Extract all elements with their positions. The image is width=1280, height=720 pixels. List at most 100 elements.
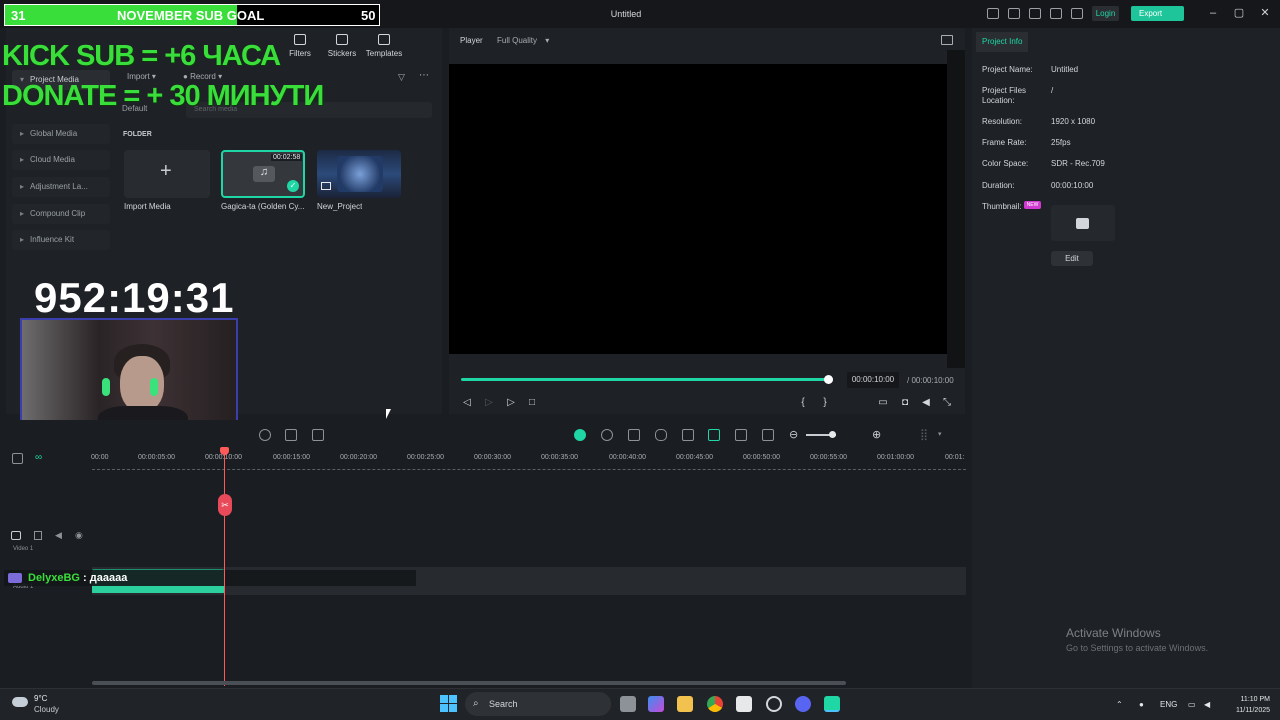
- ruler-tick: 00:00:05:00: [138, 454, 175, 461]
- playhead-line[interactable]: [224, 450, 225, 686]
- save-icon[interactable]: [1008, 8, 1020, 19]
- play-icon[interactable]: ▷: [505, 397, 517, 409]
- chat-message: DelyxeBG : дааааа: [4, 570, 416, 586]
- sidebar-item-cloud-media[interactable]: ▸ Cloud Media: [12, 150, 110, 170]
- progress-handle[interactable]: [824, 375, 833, 384]
- sidebar-item-compound-clip[interactable]: ▸ Compound Clip: [12, 204, 110, 224]
- project-thumbnail-card[interactable]: [317, 150, 401, 198]
- playhead-handle[interactable]: [220, 447, 229, 455]
- chevron-down-icon[interactable]: ▾: [938, 430, 942, 438]
- media-clip-card[interactable]: 00:02:58 ♫ ✓: [221, 150, 305, 198]
- scissors-icon[interactable]: ✂: [218, 494, 232, 516]
- filter-icon[interactable]: ▽: [398, 72, 405, 83]
- media-item-label: Gagica-ta (Golden Cy...: [221, 202, 305, 211]
- tab-stickers[interactable]: Stickers: [322, 34, 362, 58]
- previous-frame-icon[interactable]: ◁: [461, 397, 473, 409]
- pip-icon[interactable]: [735, 429, 747, 441]
- speaker-icon[interactable]: ◀: [1204, 700, 1210, 709]
- sidebar-item-adjustment-layer[interactable]: ▸ Adjustment La...: [12, 177, 110, 197]
- mute-icon[interactable]: ◀: [55, 530, 62, 541]
- new-badge: NEW: [1024, 201, 1041, 209]
- mark-out-icon[interactable]: }: [819, 397, 831, 409]
- window-title: Untitled: [610, 9, 642, 19]
- quality-dropdown[interactable]: Full Quality ▾: [497, 36, 549, 45]
- chrome-icon[interactable]: [707, 696, 723, 712]
- file-explorer-icon[interactable]: [677, 696, 693, 712]
- filmora-icon[interactable]: [824, 696, 840, 712]
- mark-in-icon[interactable]: {: [797, 397, 809, 409]
- cloud-weather-icon[interactable]: [12, 697, 28, 707]
- sidebar-item-influence-kit[interactable]: ▸ Influence Kit: [12, 230, 110, 250]
- timeline-scrollbar[interactable]: [92, 681, 846, 685]
- microphone-icon[interactable]: [655, 429, 667, 441]
- network-icon[interactable]: ▭: [1188, 700, 1196, 709]
- clip-duration: 00:02:58: [271, 154, 303, 161]
- render-icon[interactable]: [574, 429, 586, 441]
- snap-icon[interactable]: [708, 429, 720, 441]
- info-value: 25fps: [1051, 138, 1071, 147]
- microphone-tray-icon[interactable]: ●: [1139, 700, 1144, 709]
- tab-filters[interactable]: Filters: [280, 34, 320, 58]
- display-icon[interactable]: ▭: [877, 397, 889, 409]
- tab-templates[interactable]: Templates: [364, 34, 404, 58]
- zoom-out-icon[interactable]: ⊖: [789, 428, 798, 441]
- weather-condition[interactable]: Cloudy: [34, 705, 59, 714]
- copilot-icon[interactable]: [648, 696, 664, 712]
- discord-icon[interactable]: [795, 696, 811, 712]
- login-button[interactable]: Login: [1092, 6, 1119, 21]
- shield-icon[interactable]: [628, 429, 640, 441]
- playback-progress[interactable]: [461, 378, 829, 381]
- ruler-tick: 00:00:55:00: [810, 454, 847, 461]
- maximize-icon[interactable]: ▢: [1233, 7, 1245, 19]
- windows-start-icon[interactable]: [440, 695, 457, 712]
- zoom-slider-handle[interactable]: [829, 431, 836, 438]
- tab-project-info[interactable]: Project Info: [976, 32, 1028, 52]
- snapshot-icon[interactable]: [941, 35, 953, 45]
- taskbar-search[interactable]: ⌕ Search: [465, 692, 611, 716]
- camera-icon[interactable]: ◘: [899, 397, 911, 409]
- crop-icon[interactable]: [285, 429, 297, 441]
- edit-button[interactable]: Edit: [1051, 251, 1093, 266]
- info-key: Color Space:: [982, 159, 1029, 168]
- lock-icon[interactable]: [34, 531, 42, 540]
- subtitle-icon[interactable]: [762, 429, 774, 441]
- zoom-in-icon[interactable]: ⊕: [872, 428, 881, 441]
- obs-icon[interactable]: [766, 696, 782, 712]
- ruler-tick: 00:00:45:00: [676, 454, 713, 461]
- app-window: Untitled Login Export – ▢ ✕ Filters Stic…: [0, 0, 1280, 720]
- preview-screen[interactable]: [449, 64, 947, 354]
- language-indicator[interactable]: ENG: [1160, 700, 1177, 709]
- grid-icon[interactable]: ⣿: [920, 428, 928, 441]
- chevron-up-icon[interactable]: ⌃: [1116, 700, 1123, 709]
- task-view-icon[interactable]: [620, 696, 636, 712]
- sub-goal-end: 50: [361, 8, 376, 23]
- minimize-icon[interactable]: –: [1207, 7, 1219, 19]
- video-track-icon: [11, 531, 21, 540]
- eye-icon[interactable]: ◉: [75, 530, 83, 541]
- weather-temperature[interactable]: 9°C: [34, 694, 47, 703]
- taskbar-clock[interactable]: 11:10 PM 11/11/2025: [1226, 694, 1270, 716]
- add-track-icon[interactable]: [12, 453, 23, 464]
- more-icon[interactable]: ⋯: [419, 70, 429, 81]
- apps-grid-icon[interactable]: [1071, 8, 1083, 19]
- store-icon[interactable]: [736, 696, 752, 712]
- play-range-icon[interactable]: [601, 429, 613, 441]
- link-icon[interactable]: ∞: [35, 452, 42, 463]
- group-icon[interactable]: [312, 429, 324, 441]
- close-icon[interactable]: ✕: [1259, 7, 1271, 19]
- speed-icon[interactable]: [259, 429, 271, 441]
- cloud-icon[interactable]: [1029, 8, 1041, 19]
- stop-icon[interactable]: □: [526, 397, 538, 409]
- notification-icon[interactable]: [1050, 8, 1062, 19]
- fullscreen-icon[interactable]: ⤡: [941, 397, 953, 409]
- ai-tool-icon[interactable]: [682, 429, 694, 441]
- volume-icon[interactable]: ◀: [920, 397, 932, 409]
- info-key: Duration:: [982, 181, 1015, 190]
- layout-icon[interactable]: [987, 8, 999, 19]
- export-button[interactable]: Export: [1131, 6, 1184, 21]
- headset-left: [102, 378, 110, 396]
- activate-windows-subtitle: Go to Settings to activate Windows.: [1066, 643, 1209, 653]
- sidebar-item-global-media[interactable]: ▸ Global Media: [12, 124, 110, 144]
- next-frame-icon[interactable]: ▷: [483, 397, 495, 409]
- import-media-card[interactable]: +: [124, 150, 210, 198]
